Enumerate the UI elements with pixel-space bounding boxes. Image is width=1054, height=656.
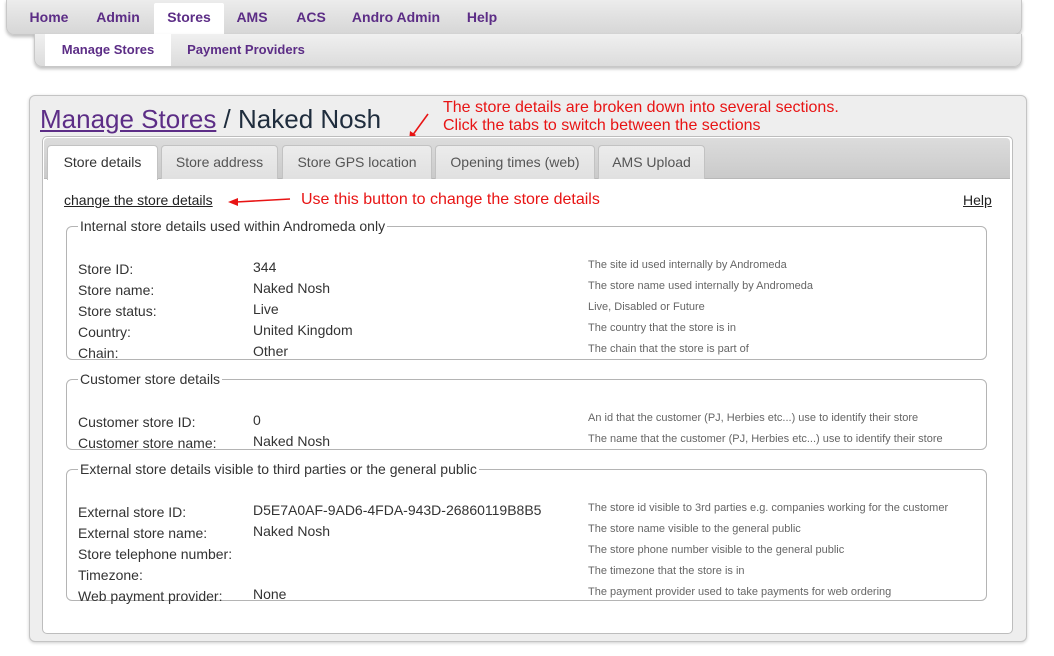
section-external-legend: External store details visible to third … — [80, 461, 477, 477]
desc-store-name: The store name used internally by Androm… — [588, 280, 814, 292]
annotation-tabs-line1: The store details are broken down into s… — [443, 99, 839, 116]
value-customer-store-id: 0 — [253, 412, 261, 428]
desc-store-status: Live, Disabled or Future — [588, 301, 705, 313]
value-customer-store-name: Naked Nosh — [253, 433, 331, 449]
desc-country: The country that the store is in — [588, 322, 736, 334]
section-internal-details: Internal store details used within Andro… — [66, 218, 987, 361]
desc-external-store-name: The store name visible to the general pu… — [588, 523, 801, 535]
desc-customer-store-id: An id that the customer (PJ, Herbies etc… — [588, 412, 919, 424]
value-external-store-name: Naked Nosh — [253, 523, 331, 539]
label-timezone: Timezone: — [78, 567, 143, 583]
value-web-payment-provider: None — [253, 586, 287, 602]
store-name-title: Naked Nosh — [238, 104, 382, 134]
annotation-button: Use this button to change the store deta… — [301, 191, 600, 208]
value-store-name: Naked Nosh — [253, 280, 331, 296]
tab-opening-times-web[interactable]: Opening times (web) — [435, 145, 595, 179]
label-store-telephone: Store telephone number: — [78, 546, 233, 562]
row-web-payment-provider: Web payment provider: None The payment p… — [67, 586, 986, 607]
section-customer-legend: Customer store details — [80, 371, 221, 387]
row-store-status: Store status: Live Live, Disabled or Fut… — [67, 301, 986, 322]
nav-home[interactable]: Home — [23, 0, 75, 34]
label-external-store-name: External store name: — [78, 525, 208, 541]
row-store-telephone: Store telephone number: The store phone … — [67, 544, 986, 565]
sub-navigation: Manage Stores Payment Providers — [34, 34, 1022, 67]
label-chain: Chain: — [78, 345, 119, 361]
nav-admin[interactable]: Admin — [87, 0, 149, 34]
tab-ams-upload[interactable]: AMS Upload — [598, 145, 705, 179]
nav-help[interactable]: Help — [463, 0, 501, 34]
desc-chain: The chain that the store is part of — [588, 343, 749, 355]
desc-store-id: The site id used internally by Andromeda — [588, 259, 787, 271]
label-web-payment-provider: Web payment provider: — [78, 588, 223, 604]
desc-timezone: The timezone that the store is in — [588, 565, 745, 577]
desc-store-telephone: The store phone number visible to the ge… — [588, 544, 845, 556]
nav-ams[interactable]: AMS — [232, 0, 272, 34]
value-chain: Other — [253, 343, 289, 359]
section-external-details: External store details visible to third … — [66, 461, 987, 604]
desc-customer-store-name: The name that the customer (PJ, Herbies … — [588, 433, 943, 445]
desc-external-store-id: The store id visible to 3rd parties e.g.… — [588, 502, 949, 514]
nav-acs[interactable]: ACS — [291, 0, 331, 34]
value-store-status: Live — [253, 301, 279, 317]
row-customer-store-id: Customer store ID: 0 An id that the cust… — [67, 412, 986, 433]
row-store-id: Store ID: 344 The site id used internall… — [67, 259, 986, 280]
breadcrumb-manage-stores-link[interactable]: Manage Stores — [40, 104, 216, 134]
tab-store-details[interactable]: Store details — [47, 145, 158, 180]
subnav-manage-stores[interactable]: Manage Stores — [45, 34, 171, 66]
row-chain: Chain: Other The chain that the store is… — [67, 343, 986, 364]
row-customer-store-name: Customer store name: Naked Nosh The name… — [67, 433, 986, 454]
help-link[interactable]: Help — [963, 192, 992, 208]
section-internal-legend: Internal store details used within Andro… — [80, 218, 386, 234]
row-store-name: Store name: Naked Nosh The store name us… — [67, 280, 986, 301]
value-store-id: 344 — [253, 259, 277, 275]
row-country: Country: United Kingdom The country that… — [67, 322, 986, 343]
row-external-store-id: External store ID: D5E7A0AF-9AD6-4FDA-94… — [67, 502, 986, 523]
label-store-status: Store status: — [78, 303, 157, 319]
page-title: Manage Stores / Naked Nosh — [40, 104, 381, 135]
value-country: United Kingdom — [253, 322, 353, 338]
change-store-details-link[interactable]: change the store details — [64, 192, 213, 208]
label-customer-store-id: Customer store ID: — [78, 414, 196, 430]
tab-store-gps-location[interactable]: Store GPS location — [282, 145, 432, 179]
annotation-tabs-line2: Click the tabs to switch between the sec… — [443, 117, 761, 134]
section-customer-details: Customer store details Customer store ID… — [66, 371, 987, 451]
nav-andro-admin[interactable]: Andro Admin — [350, 0, 442, 34]
value-external-store-id: D5E7A0AF-9AD6-4FDA-943D-26860119B8B5 — [253, 502, 542, 518]
label-external-store-id: External store ID: — [78, 504, 187, 520]
row-timezone: Timezone: The timezone that the store is… — [67, 565, 986, 586]
label-country: Country: — [78, 324, 131, 340]
label-store-id: Store ID: — [78, 261, 134, 277]
row-external-store-name: External store name: Naked Nosh The stor… — [67, 523, 986, 544]
top-navigation: Home Admin Stores AMS ACS Andro Admin He… — [6, 0, 1022, 35]
subnav-payment-providers[interactable]: Payment Providers — [177, 34, 315, 66]
label-store-name: Store name: — [78, 282, 155, 298]
annotation-arrow-button-icon — [228, 198, 291, 206]
tab-store-address[interactable]: Store address — [161, 145, 278, 179]
desc-web-payment-provider: The payment provider used to take paymen… — [588, 586, 892, 598]
nav-stores[interactable]: Stores — [154, 3, 224, 34]
breadcrumb-separator: / — [216, 104, 238, 134]
label-customer-store-name: Customer store name: — [78, 435, 217, 451]
